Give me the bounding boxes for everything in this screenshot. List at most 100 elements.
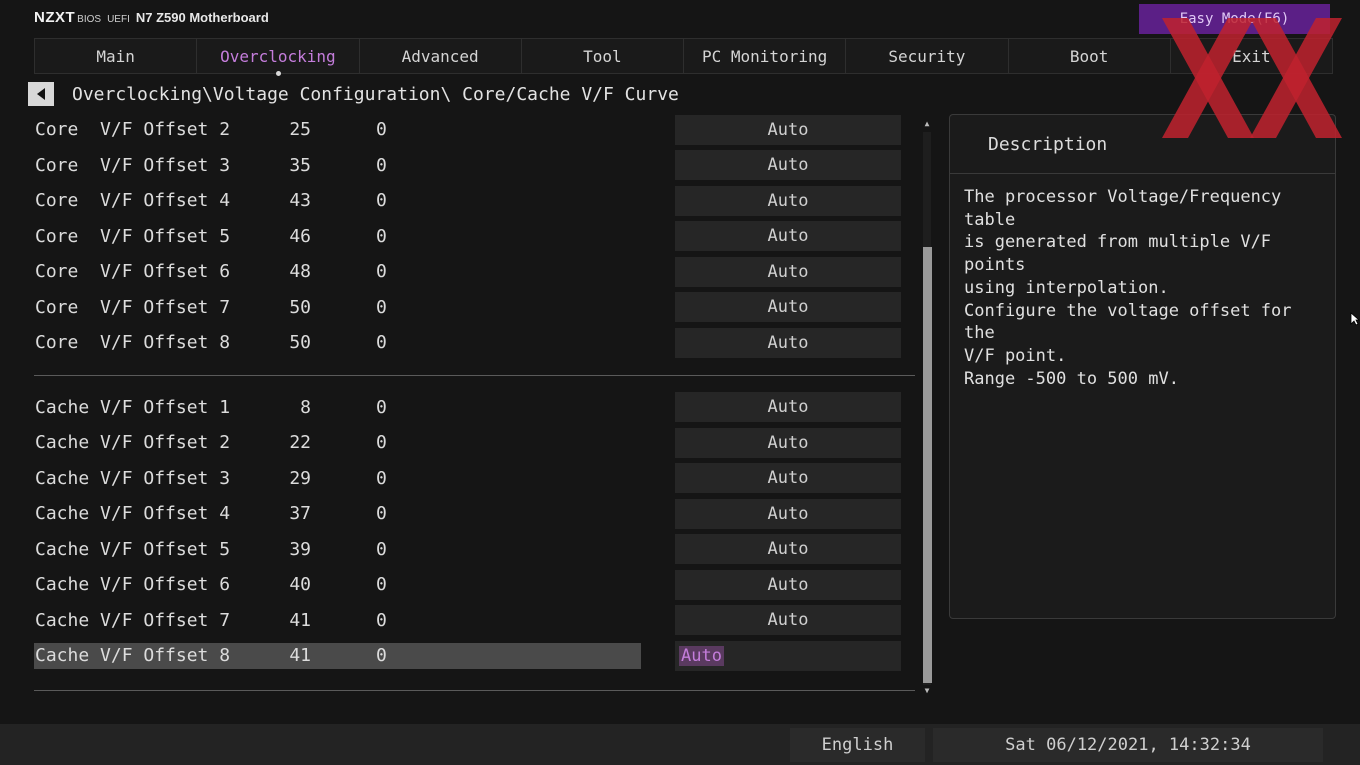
setting-ratio-value: 50 [289, 296, 311, 318]
setting-value-field[interactable]: Auto [675, 427, 901, 458]
setting-label: Core V/F Offset 6 [35, 261, 231, 283]
scroll-down-icon[interactable]: ▼ [923, 687, 931, 695]
setting-current-offset: 0 [376, 467, 387, 489]
setting-row[interactable]: Cache V/F Offset 6 40 0 Auto [34, 567, 915, 603]
setting-value-field[interactable]: Auto [675, 327, 901, 358]
scroll-up-icon[interactable]: ▲ [923, 120, 931, 128]
mouse-cursor-icon [1350, 312, 1360, 326]
setting-value-text: Auto [767, 432, 809, 453]
section-divider [34, 374, 915, 376]
setting-value-field[interactable]: Auto [675, 292, 901, 323]
setting-value-field[interactable]: Auto [675, 185, 901, 216]
setting-value-text: Auto [767, 332, 809, 353]
tab-main[interactable]: Main [35, 39, 198, 73]
status-footer: English Sat 06/12/2021, 14:32:34 [0, 724, 1360, 765]
setting-current-offset: 0 [376, 332, 387, 354]
setting-row[interactable]: Cache V/F Offset 2 22 0 Auto [34, 425, 915, 461]
setting-value-field[interactable]: Auto [675, 114, 901, 145]
setting-value-field[interactable]: Auto [675, 463, 901, 494]
setting-current-offset: 0 [376, 396, 387, 418]
setting-value-field[interactable]: Auto [675, 640, 901, 671]
tab-boot[interactable]: Boot [1009, 39, 1171, 73]
setting-value-text: Auto [767, 468, 809, 489]
back-button[interactable] [28, 82, 54, 106]
tab-overclocking[interactable]: Overclocking [197, 39, 360, 76]
setting-ratio-value: 29 [289, 467, 311, 489]
setting-row[interactable]: Cache V/F Offset 8 41 0 Auto [34, 638, 915, 674]
setting-label: Core V/F Offset 8 [35, 332, 231, 354]
setting-value-text: Auto [767, 190, 809, 211]
setting-ratio-value: 43 [289, 190, 311, 212]
setting-row[interactable]: Core V/F Offset 2 25 0 Auto [34, 112, 915, 148]
scrollbar-thumb[interactable] [923, 247, 932, 683]
setting-label: Core V/F Offset 2 [35, 119, 231, 141]
setting-value-text: Auto [767, 574, 809, 595]
setting-current-offset: 0 [376, 225, 387, 247]
motherboard-model: N7 Z590 Motherboard [135, 10, 269, 25]
setting-ratio-value: 41 [289, 609, 311, 631]
setting-value-field[interactable]: Auto [675, 150, 901, 181]
setting-ratio-value: 22 [289, 432, 311, 454]
setting-ratio-value: 39 [289, 538, 311, 560]
setting-value-text: Auto [767, 261, 809, 282]
setting-value-text: Auto [679, 645, 724, 666]
setting-row[interactable]: Cache V/F Offset 4 37 0 Auto [34, 496, 915, 532]
back-arrow-icon [37, 88, 45, 100]
setting-value-field[interactable]: Auto [675, 605, 901, 636]
setting-value-text: Auto [767, 155, 809, 176]
setting-label: Cache V/F Offset 7 [35, 609, 231, 631]
breadcrumb: Overclocking\Voltage Configuration\ Core… [72, 84, 679, 105]
setting-ratio-value: 41 [289, 645, 311, 667]
setting-label: Core V/F Offset 5 [35, 225, 231, 247]
setting-label: Cache V/F Offset 8 [35, 645, 231, 667]
setting-row[interactable]: Core V/F Offset 5 46 0 Auto [34, 219, 915, 255]
tab-tool[interactable]: Tool [522, 39, 684, 73]
uefi-label: UEFI [107, 14, 130, 25]
setting-label: Cache V/F Offset 4 [35, 503, 231, 525]
brand-logo: NZXT [34, 9, 76, 26]
setting-ratio-value: 50 [289, 332, 311, 354]
setting-ratio-value: 40 [289, 574, 311, 596]
setting-current-offset: 0 [376, 119, 387, 141]
setting-row[interactable]: Cache V/F Offset 5 39 0 Auto [34, 532, 915, 568]
setting-value-text: Auto [767, 610, 809, 631]
setting-current-offset: 0 [376, 261, 387, 283]
setting-row[interactable]: Core V/F Offset 7 50 0 Auto [34, 290, 915, 326]
setting-label: Core V/F Offset 4 [35, 190, 231, 212]
setting-value-text: Auto [767, 119, 809, 140]
setting-row[interactable]: Core V/F Offset 6 48 0 Auto [34, 254, 915, 290]
setting-current-offset: 0 [376, 296, 387, 318]
datetime-display: Sat 06/12/2021, 14:32:34 [933, 728, 1323, 762]
settings-list: Core V/F Offset 2 25 0 Auto Core V/F Offset … [34, 112, 915, 705]
setting-current-offset: 0 [376, 645, 387, 667]
setting-label: Cache V/F Offset 1 [35, 396, 231, 418]
setting-row[interactable]: Core V/F Offset 8 50 0 Auto [34, 325, 915, 361]
setting-current-offset: 0 [376, 154, 387, 176]
bios-label: BIOS [77, 14, 102, 25]
scrollbar[interactable]: ▲ ▼ [921, 120, 933, 697]
setting-value-field[interactable]: Auto [675, 392, 901, 423]
setting-value-text: Auto [767, 226, 809, 247]
setting-row[interactable]: Cache V/F Offset 3 29 0 Auto [34, 461, 915, 497]
setting-ratio-value: 25 [289, 119, 311, 141]
setting-value-field[interactable]: Auto [675, 534, 901, 565]
setting-value-text: Auto [767, 397, 809, 418]
description-text: The processor Voltage/Frequency table is… [964, 187, 1292, 389]
brand-header: NZXT BIOS UEFI N7 Z590 Motherboard [34, 9, 269, 29]
setting-value-field[interactable]: Auto [675, 569, 901, 600]
setting-row[interactable]: Cache V/F Offset 7 41 0 Auto [34, 603, 915, 639]
tab-security[interactable]: Security [846, 39, 1009, 73]
setting-row[interactable]: Core V/F Offset 3 35 0 Auto [34, 148, 915, 184]
setting-row[interactable]: Core V/F Offset 4 43 0 Auto [34, 183, 915, 219]
tab-advanced[interactable]: Advanced [360, 39, 522, 73]
main-tab-bar: Main Overclocking Advanced Tool PC Monitorin… [34, 38, 1333, 76]
setting-value-field[interactable]: Auto [675, 256, 901, 287]
setting-label: Cache V/F Offset 6 [35, 574, 231, 596]
setting-value-field[interactable]: Auto [675, 221, 901, 252]
setting-row[interactable]: Cache V/F Offset 1 8 0 Auto [34, 390, 915, 426]
setting-value-field[interactable]: Auto [675, 498, 901, 529]
language-selector[interactable]: English [790, 728, 925, 762]
tab-pc-monitoring[interactable]: PC Monitoring [684, 39, 847, 73]
setting-label: Cache V/F Offset 5 [35, 538, 231, 560]
setting-ratio-value: 48 [289, 261, 311, 283]
